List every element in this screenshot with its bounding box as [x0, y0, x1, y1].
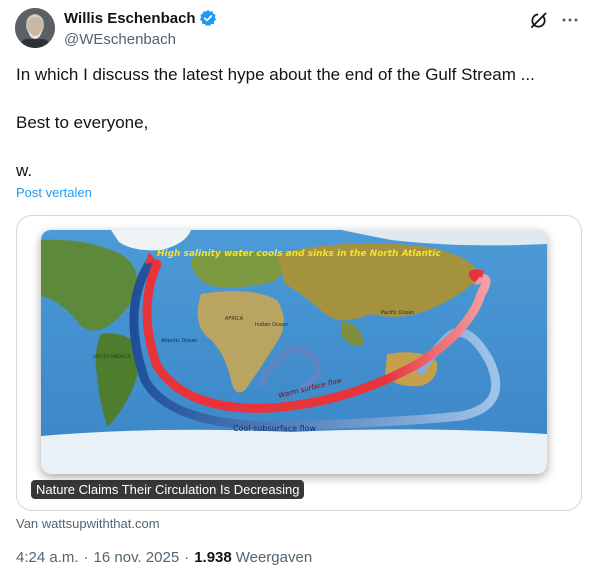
tweet-line-3: w.	[16, 161, 33, 180]
card-source-link[interactable]: Van wattsupwiththat.com	[16, 516, 160, 531]
tweet-line-1: In which I discuss the latest hype about…	[16, 65, 535, 84]
author-block: Willis Eschenbach @WEschenbach	[64, 8, 217, 50]
tweet-text: In which I discuss the latest hype about…	[16, 63, 576, 183]
meta-separator-2: ·	[184, 549, 190, 566]
meta-separator: ·	[83, 549, 89, 566]
image-label-cool: Cool subsurface flow	[233, 424, 317, 433]
more-icon[interactable]	[560, 10, 580, 30]
verified-badge-icon	[199, 9, 217, 27]
post-date[interactable]: 16 nov. 2025	[94, 549, 180, 566]
post-time[interactable]: 4:24 a.m.	[16, 549, 79, 566]
translate-post-link[interactable]: Post vertalen	[16, 185, 92, 200]
image-label-atlantic: Atlantic Ocean	[161, 338, 198, 344]
card-image: Atlantic Ocean Indian Ocean Pacific Ocea…	[41, 230, 547, 474]
link-card[interactable]: Atlantic Ocean Indian Ocean Pacific Ocea…	[16, 215, 582, 511]
top-actions	[528, 10, 580, 30]
image-label-indian: Indian Ocean	[255, 322, 288, 328]
author-handle[interactable]: @WEschenbach	[64, 30, 217, 50]
tweet-meta: 4:24 a.m. · 16 nov. 2025 · 1.938 Weergav…	[16, 549, 312, 566]
tweet-line-2: Best to everyone,	[16, 113, 149, 132]
card-title[interactable]: Nature Claims Their Circulation Is Decre…	[31, 480, 305, 499]
views-count[interactable]: 1.938	[194, 549, 232, 566]
image-label-africa: AFRICA	[225, 316, 244, 322]
views-label[interactable]: Weergaven	[236, 549, 312, 566]
image-label-south-america: SOUTH AMERICA	[93, 354, 132, 360]
avatar[interactable]	[15, 8, 55, 48]
image-label-top: High salinity water cools and sinks in t…	[157, 249, 441, 259]
author-name[interactable]: Willis Eschenbach	[64, 10, 196, 27]
grok-icon[interactable]	[528, 10, 548, 30]
image-label-pacific: Pacific Ocean	[381, 310, 414, 316]
